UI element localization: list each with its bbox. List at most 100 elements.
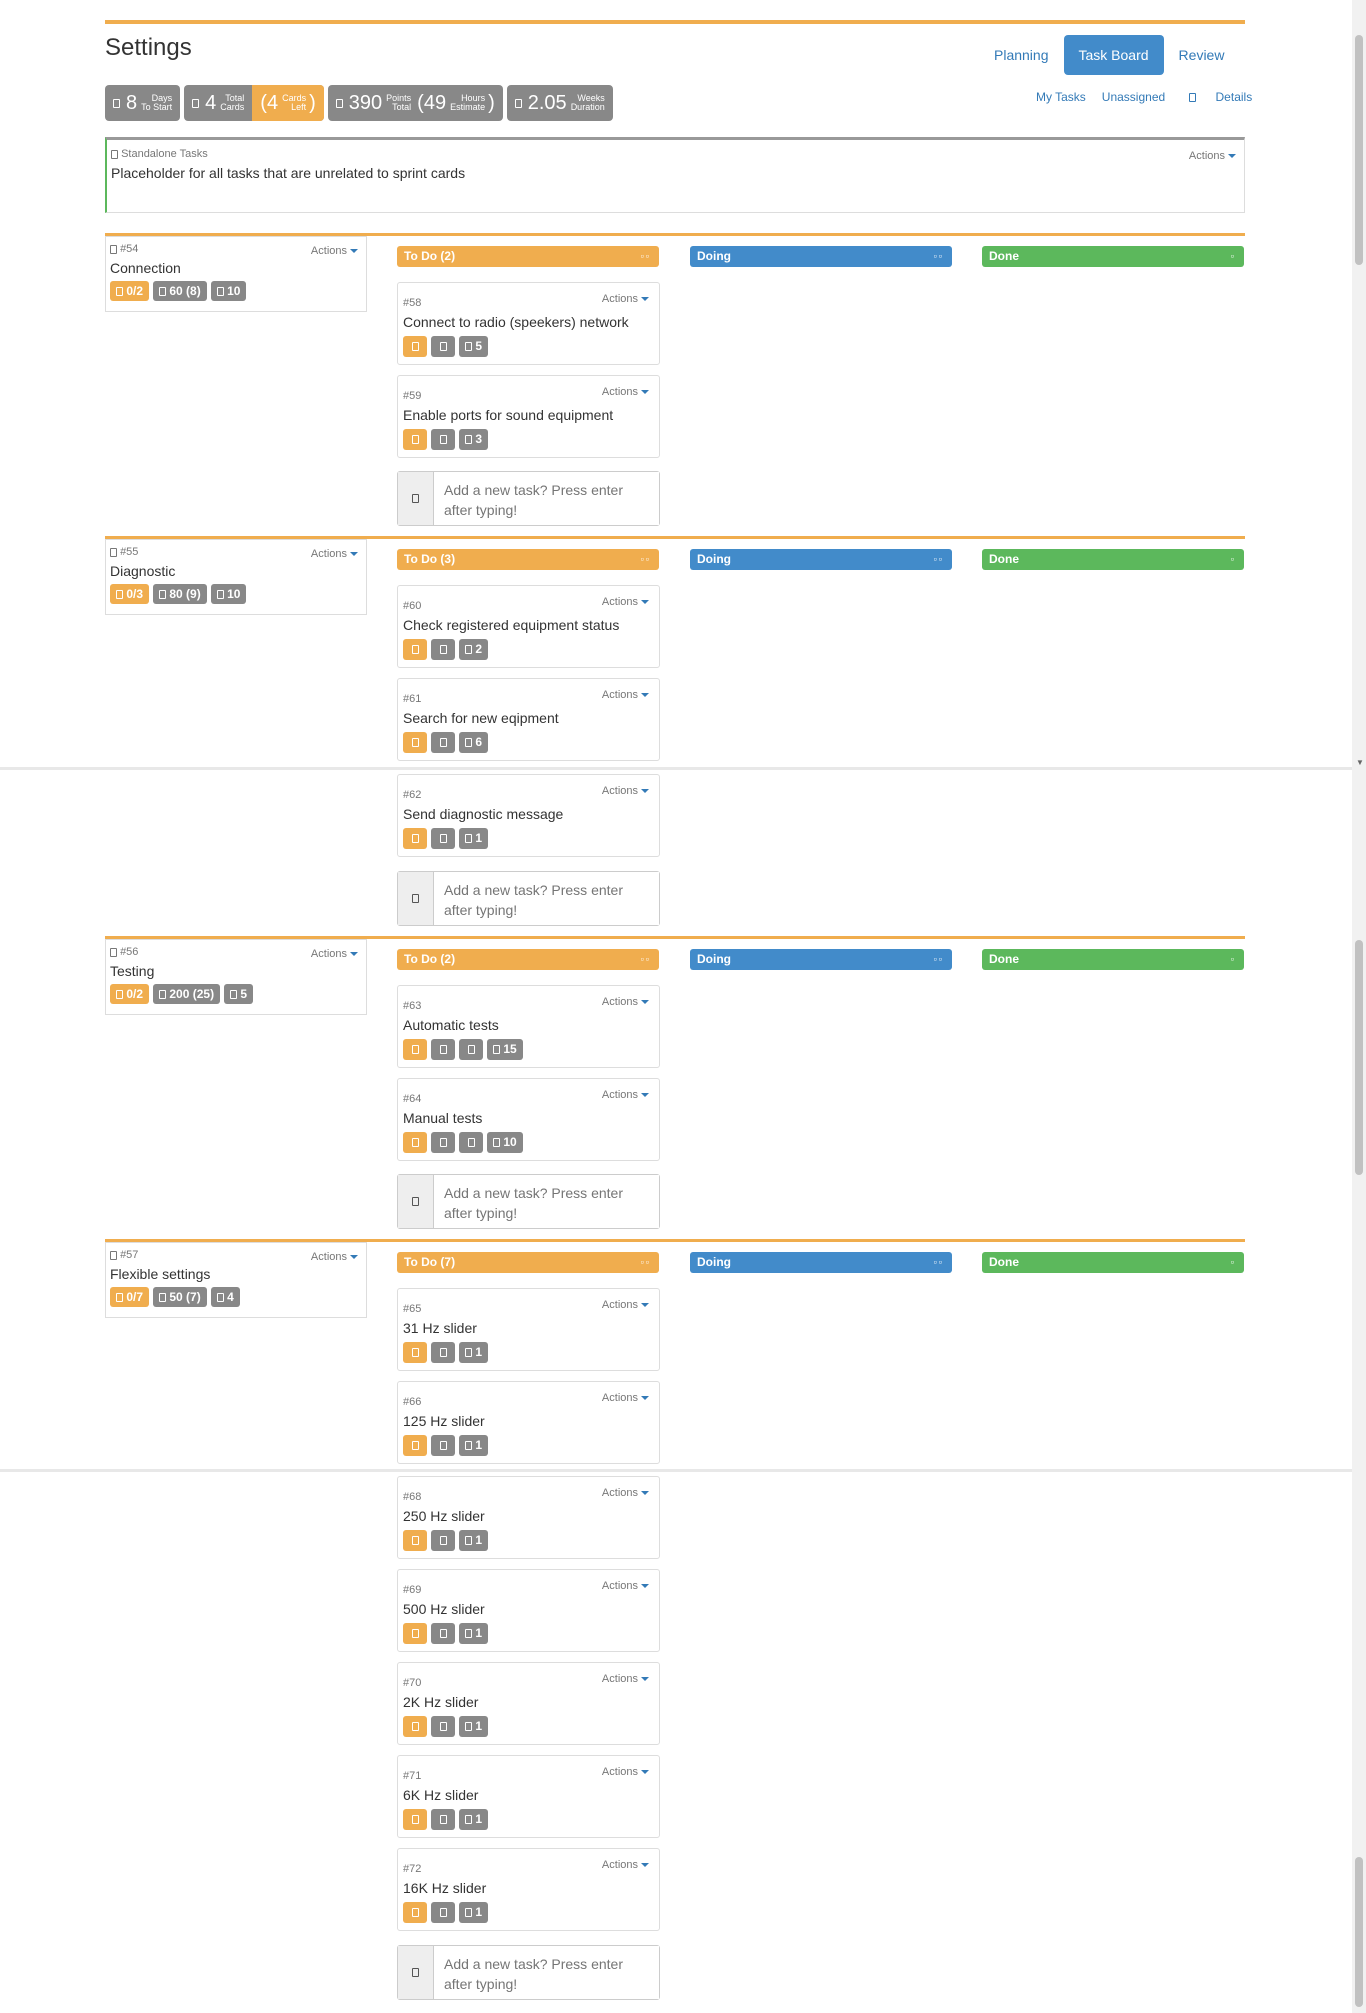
task-actions-dropdown[interactable]: Actions <box>602 1859 649 1871</box>
tag-badge[interactable] <box>431 1342 455 1363</box>
column-icons[interactable]: ▫▫ <box>641 549 651 570</box>
task-actions-dropdown[interactable]: Actions <box>602 1487 649 1499</box>
task-card[interactable]: #71 6K Hz slider Actions 1 <box>397 1755 660 1838</box>
tag-badge[interactable] <box>431 336 455 357</box>
new-task-input[interactable] <box>434 872 659 925</box>
task-card[interactable]: #65 31 Hz slider Actions 1 <box>397 1288 660 1371</box>
scrollbar[interactable]: ▼ <box>1352 770 1366 1540</box>
tag-badge[interactable] <box>431 1435 455 1456</box>
task-actions-dropdown[interactable]: Actions <box>602 293 649 305</box>
tag-badge[interactable] <box>459 1132 483 1153</box>
task-actions-dropdown[interactable]: Actions <box>602 386 649 398</box>
assignee-badge[interactable] <box>403 732 427 753</box>
task-card[interactable]: #68 250 Hz slider Actions 1 <box>397 1476 660 1559</box>
details-link[interactable]: Details <box>1181 90 1260 104</box>
task-card[interactable]: #72 16K Hz slider Actions 1 <box>397 1848 660 1931</box>
assignee-badge[interactable] <box>403 1623 427 1644</box>
assignee-badge[interactable] <box>403 1342 427 1363</box>
task-card[interactable]: #70 2K Hz slider Actions 1 <box>397 1662 660 1745</box>
new-task-input[interactable] <box>434 472 659 525</box>
tag-badge[interactable] <box>431 1809 455 1830</box>
my-tasks-link[interactable]: My Tasks <box>1036 90 1086 104</box>
tab-planning[interactable]: Planning <box>979 35 1064 75</box>
column-icons[interactable]: ▫▫ <box>934 549 944 570</box>
priority-badge-value: 10 <box>227 587 241 601</box>
done-column-header: Done ▫ <box>982 949 1244 970</box>
assignee-badge[interactable] <box>403 429 427 450</box>
tag-badge[interactable] <box>431 1530 455 1551</box>
task-card[interactable]: #62 Send diagnostic message Actions 1 <box>397 774 660 857</box>
column-icons[interactable]: ▫ <box>1231 1252 1236 1273</box>
assignee-badge[interactable] <box>403 1530 427 1551</box>
column-icons[interactable]: ▫▫ <box>934 1252 944 1273</box>
task-actions-dropdown[interactable]: Actions <box>602 1580 649 1592</box>
tag-badge[interactable] <box>431 429 455 450</box>
tag-badge[interactable] <box>431 1716 455 1737</box>
tag-badge[interactable] <box>431 1902 455 1923</box>
tab-task-board[interactable]: Task Board <box>1063 35 1164 75</box>
column-icons[interactable]: ▫ <box>1231 949 1236 970</box>
scrollbar[interactable] <box>1352 1472 1366 2013</box>
tag-badge[interactable] <box>431 1039 455 1060</box>
assignee-badge[interactable] <box>403 1132 427 1153</box>
new-task-input[interactable] <box>434 1175 659 1228</box>
task-actions-dropdown[interactable]: Actions <box>602 1673 649 1685</box>
assignee-badge[interactable] <box>403 828 427 849</box>
tab-review[interactable]: Review <box>1164 35 1240 75</box>
column-icons[interactable]: ▫ <box>1231 246 1236 267</box>
task-card[interactable]: #66 125 Hz slider Actions 1 <box>397 1381 660 1464</box>
clock-icon <box>493 1138 500 1148</box>
actions-dropdown[interactable]: Actions <box>311 1251 358 1263</box>
tag-badge[interactable] <box>431 639 455 660</box>
task-actions-dropdown[interactable]: Actions <box>602 1392 649 1404</box>
clock-icon <box>493 1045 500 1055</box>
actions-dropdown[interactable]: Actions <box>311 948 358 960</box>
task-card[interactable]: #61 Search for new eqipment Actions 6 <box>397 678 660 761</box>
assignee-badge[interactable] <box>403 639 427 660</box>
assignee-badge[interactable] <box>403 1039 427 1060</box>
task-actions-dropdown[interactable]: Actions <box>602 1299 649 1311</box>
tag-badge[interactable] <box>431 732 455 753</box>
assignee-badge[interactable] <box>403 1902 427 1923</box>
task-actions-dropdown[interactable]: Actions <box>602 996 649 1008</box>
points-icon <box>159 287 167 297</box>
task-actions-dropdown[interactable]: Actions <box>602 689 649 701</box>
assignee-badge[interactable] <box>403 336 427 357</box>
column-icons[interactable]: ▫▫ <box>641 246 651 267</box>
column-icons[interactable]: ▫▫ <box>934 246 944 267</box>
column-icons[interactable]: ▫▫ <box>641 949 651 970</box>
actions-dropdown[interactable]: Actions <box>311 245 358 257</box>
new-task-input[interactable] <box>434 1946 659 1999</box>
unassigned-link[interactable]: Unassigned <box>1102 90 1165 104</box>
task-card[interactable]: #60 Check registered equipment status Acti… <box>397 585 660 668</box>
tag-badge[interactable] <box>459 1039 483 1060</box>
scrollbar[interactable]: ▼ <box>1352 0 1366 770</box>
tag-badge[interactable] <box>431 1132 455 1153</box>
task-actions-dropdown[interactable]: Actions <box>602 785 649 797</box>
assignee-badge[interactable] <box>403 1435 427 1456</box>
task-card[interactable]: #63 Automatic tests Actions 15 <box>397 985 660 1068</box>
tag-badge[interactable] <box>431 1623 455 1644</box>
assignee-badge[interactable] <box>403 1809 427 1830</box>
story-badges: 0/2 60 (8) 10 <box>110 281 362 301</box>
assignee-badge[interactable] <box>403 1716 427 1737</box>
actions-dropdown[interactable]: Actions <box>311 548 358 560</box>
actions-dropdown[interactable]: Actions <box>1189 150 1236 162</box>
estimate-badge: 1 <box>459 1902 489 1923</box>
task-actions-dropdown[interactable]: Actions <box>602 1766 649 1778</box>
column-icons[interactable]: ▫▫ <box>641 1252 651 1273</box>
column-icons[interactable]: ▫ <box>1231 549 1236 570</box>
plus-icon <box>412 494 419 503</box>
column-icons[interactable]: ▫▫ <box>934 949 944 970</box>
task-card[interactable]: #64 Manual tests Actions 10 <box>397 1078 660 1161</box>
task-card[interactable]: #58 Connect to radio (speekers) network Ac… <box>397 282 660 365</box>
task-card[interactable]: #69 500 Hz slider Actions 1 <box>397 1569 660 1652</box>
estimate-value: 2 <box>475 642 483 656</box>
tag-badge[interactable] <box>431 828 455 849</box>
tasks-progress-icon <box>116 287 123 297</box>
task-badges: 10 <box>403 1132 654 1153</box>
task-actions-dropdown[interactable]: Actions <box>602 596 649 608</box>
task-card[interactable]: #59 Enable ports for sound equipment Actio… <box>397 375 660 458</box>
todo-column-label: To Do (2) <box>404 952 456 966</box>
task-actions-dropdown[interactable]: Actions <box>602 1089 649 1101</box>
